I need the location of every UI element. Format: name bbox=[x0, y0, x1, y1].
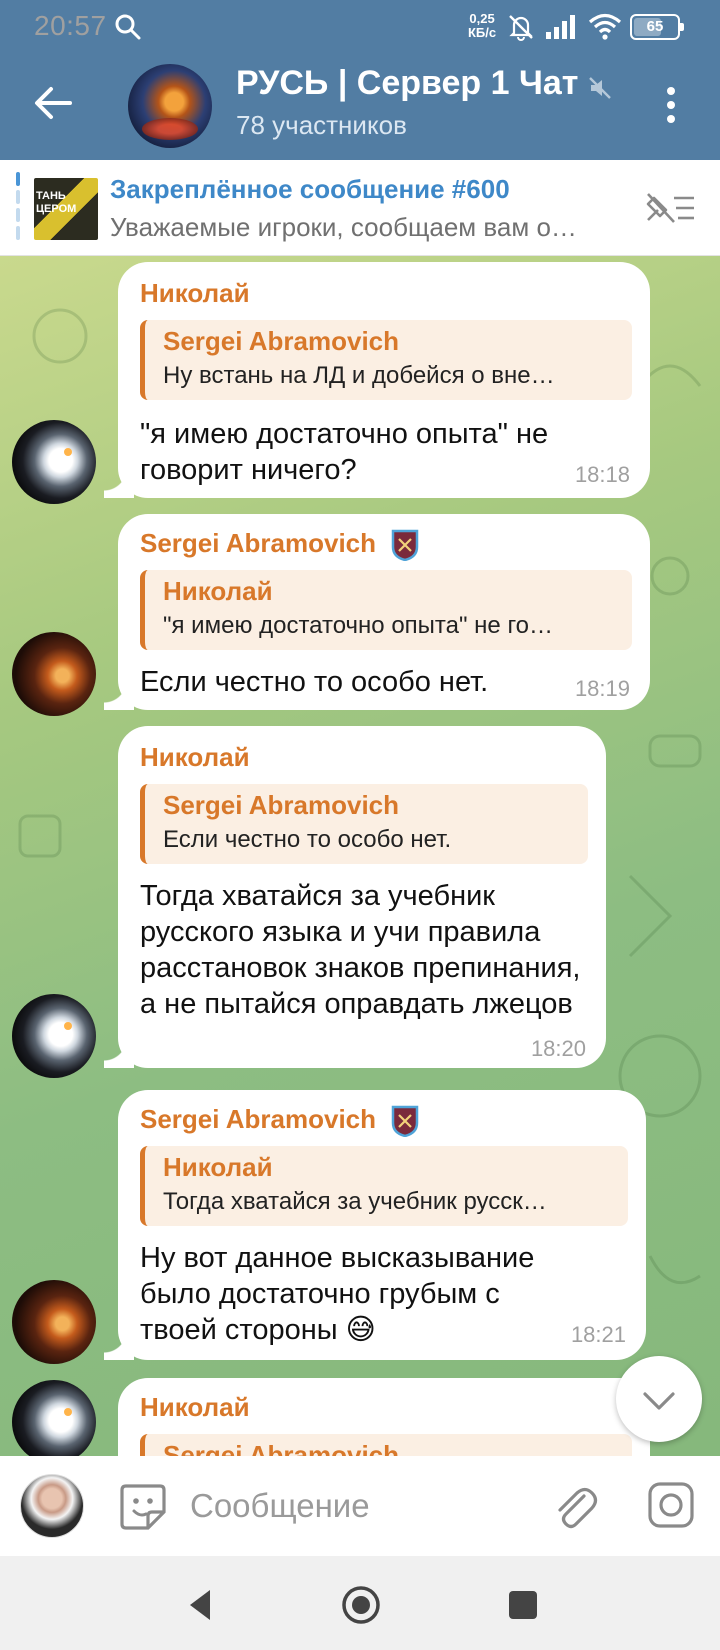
reply-quote[interactable]: Sergei Abramovich Ну встань на ЛД и добе… bbox=[140, 320, 632, 400]
message-text-body: Ну вот данное высказывание было достаточ… bbox=[140, 1242, 535, 1346]
message-text: Ну вот данное высказывание было достаточ… bbox=[140, 1240, 536, 1348]
search-icon bbox=[115, 14, 141, 40]
message-bubble[interactable]: Николай Sergei Abramovich Ну встань на Л… bbox=[104, 262, 650, 498]
message-text: "я имею достаточно опыта" не говорит нич… bbox=[140, 418, 549, 486]
reply-quote[interactable]: Николай "я имею достаточно опыта" не го… bbox=[140, 570, 632, 650]
participants-count: 78 участников bbox=[236, 110, 407, 140]
chevron-down-icon bbox=[643, 1392, 675, 1410]
chat-title[interactable]: РУСЬ | Сервер 1 Чат bbox=[236, 64, 578, 103]
message-bubble[interactable]: Николай Sergei Abramovich Если честно то… bbox=[104, 726, 606, 1068]
pinned-text: Уважаемые игроки, сообщаем вам о… bbox=[110, 212, 577, 242]
sender-name[interactable]: Николай bbox=[140, 742, 250, 773]
reply-name: Николай bbox=[163, 576, 273, 606]
sender-avatar[interactable] bbox=[12, 1280, 96, 1364]
network-speed: 0,25 КБ/с bbox=[468, 12, 496, 40]
sender-avatar[interactable] bbox=[12, 1380, 96, 1456]
pinned-thumbnail-text: ТАНЬ ЦЕРОМ bbox=[36, 190, 77, 215]
status-bar: 20:57 0,25 КБ/с 65 bbox=[0, 0, 720, 54]
message-input[interactable] bbox=[190, 1482, 520, 1530]
wifi-icon bbox=[588, 13, 622, 40]
reply-text: Если честно то особо нет. bbox=[163, 826, 452, 853]
reply-text: "я имею достаточно опыта" не го… bbox=[163, 612, 554, 639]
reply-quote[interactable]: Николай Тогда хватайся за учебник русск… bbox=[140, 1146, 628, 1226]
reply-quote[interactable]: Sergei Abramovich Если честно то особо н… bbox=[140, 784, 588, 864]
reply-text: Тогда хватайся за учебник русск… bbox=[163, 1188, 547, 1215]
chat-avatar[interactable] bbox=[128, 64, 212, 148]
more-vert-icon[interactable] bbox=[656, 82, 686, 128]
club-badge-icon bbox=[392, 1105, 419, 1138]
back-arrow-icon[interactable] bbox=[30, 80, 76, 126]
sender-name-text: Sergei Abramovich bbox=[140, 1104, 377, 1134]
sender-name[interactable]: Николай bbox=[140, 1392, 250, 1423]
paperclip-icon[interactable] bbox=[552, 1482, 598, 1532]
reply-name: Sergei Abramovich bbox=[163, 326, 400, 356]
message-bubble[interactable]: Sergei Abramovich Николай Тогда хватайся… bbox=[104, 1090, 646, 1360]
club-badge-icon bbox=[392, 529, 419, 562]
network-speed-unit: КБ/с bbox=[468, 25, 497, 40]
sender-avatar[interactable] bbox=[12, 632, 96, 716]
sweat-smile-emoji: 😅 bbox=[345, 1314, 376, 1346]
sticker-icon[interactable] bbox=[118, 1482, 168, 1532]
pinned-thumbnail: ТАНЬ ЦЕРОМ bbox=[34, 178, 98, 240]
sender-name[interactable]: Sergei Abramovich bbox=[140, 1104, 419, 1138]
message-time: 18:21 bbox=[570, 1322, 626, 1347]
camera-icon[interactable] bbox=[646, 1480, 696, 1530]
sender-avatar[interactable] bbox=[12, 420, 96, 504]
nav-home-icon[interactable] bbox=[336, 1580, 386, 1630]
network-speed-value: 0,25 bbox=[469, 11, 495, 26]
pinned-marker bbox=[16, 172, 20, 244]
message-bubble[interactable]: Николай Sergei Abramovich bbox=[118, 1378, 650, 1456]
system-navigation-bar bbox=[0, 1556, 720, 1650]
sender-name[interactable]: Николай bbox=[140, 278, 250, 309]
unpin-icon[interactable] bbox=[644, 190, 696, 226]
pinned-title: Закреплённое сообщение #600 bbox=[110, 174, 510, 204]
mute-icon bbox=[589, 77, 611, 99]
chat-header: 20:57 0,25 КБ/с 65 РУСЬ | Сервер 1 Чат 7… bbox=[0, 0, 720, 160]
reply-name: Николай bbox=[163, 1152, 273, 1182]
sender-avatar[interactable] bbox=[12, 994, 96, 1078]
sender-name[interactable]: Sergei Abramovich bbox=[140, 528, 419, 562]
message-list[interactable]: Николай Sergei Abramovich Ну встань на Л… bbox=[0, 256, 720, 1456]
pinned-message-bar[interactable]: ТАНЬ ЦЕРОМ Закреплённое сообщение #600 У… bbox=[0, 160, 720, 256]
reply-quote[interactable]: Sergei Abramovich bbox=[140, 1434, 632, 1456]
nav-recents-icon[interactable] bbox=[498, 1580, 548, 1630]
sender-name-text: Sergei Abramovich bbox=[140, 528, 377, 558]
composer-bar bbox=[0, 1456, 720, 1556]
battery-indicator: 65 bbox=[630, 14, 684, 40]
message-text: Если честно то особо нет. bbox=[140, 666, 489, 698]
reply-name: Sergei Abramovich bbox=[163, 790, 400, 820]
reply-text: Ну встань на ЛД и добейся о вне… bbox=[163, 362, 555, 389]
message-time: 18:20 bbox=[530, 1036, 586, 1061]
nav-back-icon[interactable] bbox=[176, 1580, 226, 1630]
message-bubble[interactable]: Sergei Abramovich Николай "я имею достат… bbox=[104, 514, 650, 710]
bell-off-icon bbox=[509, 15, 533, 41]
message-time: 18:18 bbox=[574, 462, 630, 487]
scroll-to-bottom-button[interactable] bbox=[616, 1356, 702, 1442]
message-text: Тогда хватайся за учебник русского языка… bbox=[140, 880, 581, 1020]
battery-percent: 65 bbox=[646, 18, 664, 35]
send-as-avatar[interactable] bbox=[20, 1474, 84, 1538]
signal-icon bbox=[546, 15, 575, 39]
reply-name: Sergei Abramovich bbox=[163, 1440, 400, 1456]
message-time: 18:19 bbox=[574, 676, 630, 701]
